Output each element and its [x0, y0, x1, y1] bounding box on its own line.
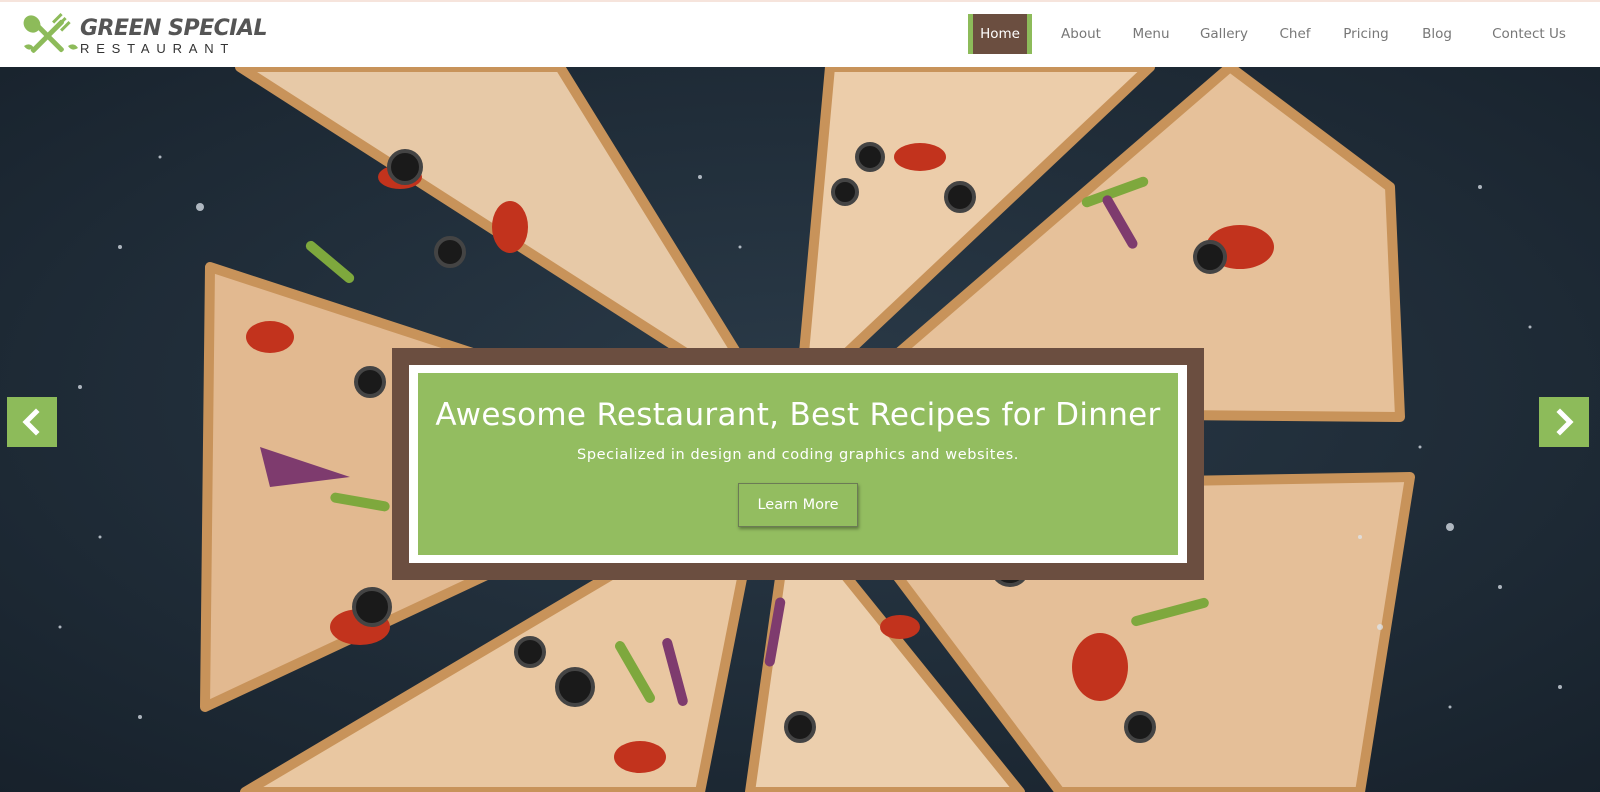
nav-item-menu[interactable]: Menu	[1122, 14, 1180, 54]
nav-item-blog[interactable]: Blog	[1415, 14, 1459, 54]
brand-logo[interactable]: GREEN SPECIAL RESTAURANT	[20, 12, 268, 58]
nav-item-pricing[interactable]: Pricing	[1333, 14, 1399, 54]
nav-item-chef[interactable]: Chef	[1270, 14, 1320, 54]
nav-item-contact[interactable]: Contect Us	[1480, 14, 1578, 54]
nav-item-about[interactable]: About	[1050, 14, 1112, 54]
hero-title: Awesome Restaurant, Best Recipes for Din…	[435, 397, 1161, 433]
hero-subtitle: Specialized in design and coding graphic…	[577, 447, 1019, 463]
brand-subtitle: RESTAURANT	[80, 41, 236, 56]
fork-spoon-cross-icon	[23, 13, 78, 53]
learn-more-button[interactable]: Learn More	[738, 483, 858, 527]
slider-next-button[interactable]	[1539, 397, 1589, 447]
hero-caption: Awesome Restaurant, Best Recipes for Din…	[418, 373, 1178, 555]
hero-caption-border: Awesome Restaurant, Best Recipes for Din…	[409, 365, 1187, 563]
chevron-right-icon	[1556, 408, 1574, 436]
brand-title: GREEN SPECIAL	[80, 16, 268, 41]
site-header: GREEN SPECIAL RESTAURANT Home About Menu…	[0, 2, 1600, 67]
hero-caption-frame: Awesome Restaurant, Best Recipes for Din…	[392, 348, 1204, 580]
nav-item-gallery[interactable]: Gallery	[1191, 14, 1257, 54]
slider-prev-button[interactable]	[7, 397, 57, 447]
chevron-left-icon	[22, 408, 40, 436]
nav-item-home[interactable]: Home	[968, 14, 1032, 54]
hero-slider: Awesome Restaurant, Best Recipes for Din…	[0, 67, 1600, 792]
